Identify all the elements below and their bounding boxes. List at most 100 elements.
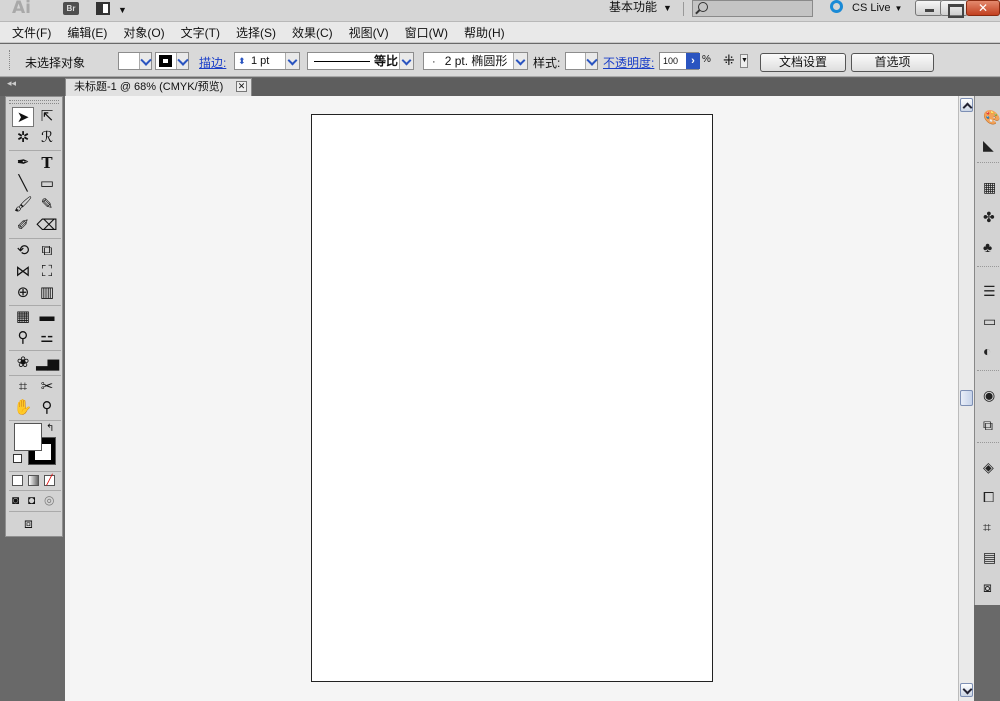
- panel-grip[interactable]: [9, 100, 59, 104]
- none-mode-icon[interactable]: ╱: [44, 475, 55, 486]
- brushes-icon[interactable]: ✤: [983, 208, 1000, 226]
- document-tab[interactable]: 未标题-1 @ 68% (CMYK/预览) ✕: [65, 78, 252, 96]
- menu-view[interactable]: 视图(V): [349, 24, 389, 41]
- align-dropdown[interactable]: ⁜ ▼: [723, 52, 749, 70]
- hand-tool-icon[interactable]: ✋: [12, 398, 34, 418]
- maximize-button[interactable]: [940, 0, 968, 18]
- vertical-scrollbar[interactable]: [958, 96, 974, 701]
- direct-selection-tool-icon[interactable]: ⇱: [36, 107, 58, 127]
- transparency-icon[interactable]: ◐: [983, 342, 1000, 360]
- perspective-grid-tool-icon[interactable]: ▥: [36, 283, 58, 303]
- menu-object[interactable]: 对象(O): [123, 24, 164, 41]
- type-tool-icon[interactable]: T: [36, 153, 58, 173]
- color-panel-icon[interactable]: 🎨: [983, 108, 1000, 126]
- stroke-panel-link[interactable]: 描边:: [199, 54, 226, 71]
- scroll-up-icon[interactable]: [960, 98, 973, 112]
- shape-builder-tool-icon[interactable]: ⊕: [12, 283, 34, 303]
- scroll-down-icon[interactable]: [960, 683, 973, 697]
- fill-color-swatch[interactable]: [14, 423, 42, 451]
- chevron-down-icon: [513, 53, 527, 69]
- stroke-weight-field[interactable]: ⬍ 1 pt: [234, 52, 300, 70]
- brush-definition-dropdown[interactable]: · 2 pt. 椭圆形: [423, 52, 528, 70]
- eyedropper-tool-icon[interactable]: ⚲: [12, 328, 34, 348]
- blob-brush-tool-icon[interactable]: ✐: [12, 216, 34, 236]
- menu-edit[interactable]: 编辑(E): [67, 24, 107, 41]
- layers-icon[interactable]: ◈: [983, 458, 1000, 476]
- gradient-mode-icon[interactable]: [28, 475, 39, 486]
- preferences-button[interactable]: 首选项: [851, 53, 934, 72]
- menu-type[interactable]: 文字(T): [181, 24, 220, 41]
- line-segment-tool-icon[interactable]: ╲: [12, 174, 34, 194]
- column-graph-tool-icon[interactable]: ▂▅: [36, 353, 59, 373]
- rectangle-tool-icon[interactable]: ▭: [36, 174, 58, 194]
- free-transform-tool-icon[interactable]: ⛶: [36, 262, 58, 282]
- variable-width-profile-dropdown[interactable]: 等比: [307, 52, 414, 70]
- artboard[interactable]: [311, 114, 713, 682]
- screen-mode-icon[interactable]: ⧈: [24, 515, 46, 531]
- appearance-icon[interactable]: ◉: [983, 386, 1000, 404]
- align-panel-icon[interactable]: ▤: [983, 548, 1000, 566]
- close-button[interactable]: [966, 0, 1000, 16]
- profile-label: 等比: [374, 54, 399, 68]
- menu-file[interactable]: 文件(F): [12, 24, 51, 41]
- slice-tool-icon[interactable]: ✂: [36, 377, 58, 397]
- swatches-icon[interactable]: ▦: [983, 178, 1000, 196]
- chevron-down-icon: [285, 53, 299, 69]
- cs-live-button[interactable]: CS Live ▼: [830, 0, 902, 16]
- transform-icon[interactable]: ⌗: [983, 518, 1000, 536]
- menu-effect[interactable]: 效果(C): [292, 24, 333, 41]
- gradient-tool-icon[interactable]: ▬: [36, 307, 58, 327]
- pathfinder-icon[interactable]: ⧇: [983, 578, 1000, 596]
- arrange-documents-button[interactable]: ▼: [96, 2, 127, 16]
- divider: [977, 442, 1000, 445]
- panel-grip[interactable]: [9, 50, 11, 70]
- scrollbar-thumb[interactable]: [960, 390, 973, 406]
- brush-label: 2 pt. 椭圆形: [444, 54, 508, 68]
- close-tab-icon[interactable]: ✕: [236, 81, 247, 92]
- document-setup-button[interactable]: 文档设置: [760, 53, 846, 72]
- lasso-tool-icon[interactable]: ℛ: [36, 128, 58, 148]
- pen-tool-icon[interactable]: ✒: [12, 153, 34, 173]
- selection-tool-icon[interactable]: ➤: [12, 107, 34, 127]
- workspace-switcher[interactable]: 基本功能 ▼: [609, 0, 672, 16]
- symbols-icon[interactable]: ♣: [983, 238, 1000, 256]
- gradient-panel-icon[interactable]: ▭: [983, 312, 1000, 330]
- stroke-color-dropdown[interactable]: [155, 52, 189, 70]
- graphic-styles-icon[interactable]: ⧉: [983, 416, 1000, 434]
- scale-tool-icon[interactable]: ⧉: [36, 241, 58, 261]
- chevron-right-icon[interactable]: ›: [686, 53, 700, 69]
- artboards-icon[interactable]: ⧠: [983, 488, 1000, 506]
- draw-inside-icon[interactable]: ◎: [44, 493, 54, 507]
- menu-help[interactable]: 帮助(H): [464, 24, 505, 41]
- stroke-panel-icon[interactable]: ☰: [983, 282, 1000, 300]
- mesh-tool-icon[interactable]: ▦: [12, 307, 34, 327]
- zoom-tool-icon[interactable]: ⚲: [36, 398, 58, 418]
- rotate-tool-icon[interactable]: ⟲: [12, 241, 34, 261]
- divider: [9, 420, 61, 421]
- bridge-button[interactable]: Br: [63, 2, 79, 15]
- draw-normal-icon[interactable]: ◙: [12, 493, 19, 507]
- paintbrush-tool-icon[interactable]: 🖌: [12, 195, 34, 215]
- pencil-tool-icon[interactable]: ✎: [36, 195, 58, 215]
- stepper-icon[interactable]: ⬍: [238, 53, 246, 69]
- symbol-sprayer-tool-icon[interactable]: ❀: [12, 353, 34, 373]
- default-fill-stroke-icon[interactable]: [13, 454, 22, 463]
- swap-fill-stroke-icon[interactable]: ↰: [46, 423, 54, 434]
- blend-tool-icon[interactable]: ⚍: [36, 328, 58, 348]
- color-mode-icon[interactable]: [12, 475, 23, 486]
- draw-behind-icon[interactable]: ◘: [28, 493, 35, 507]
- artboard-tool-icon[interactable]: ⌗: [12, 377, 34, 397]
- collapse-icon[interactable]: ◂◂: [7, 78, 16, 89]
- color-guide-icon[interactable]: ◣: [983, 136, 1000, 154]
- style-label: 样式:: [533, 56, 561, 70]
- magic-wand-tool-icon[interactable]: ✲: [12, 128, 34, 148]
- fill-color-dropdown[interactable]: [118, 52, 152, 70]
- menu-select[interactable]: 选择(S): [236, 24, 276, 41]
- menu-window[interactable]: 窗口(W): [405, 24, 448, 41]
- help-search-input[interactable]: [692, 0, 813, 17]
- opacity-panel-link[interactable]: 不透明度:: [603, 54, 654, 71]
- eraser-tool-icon[interactable]: ⌫: [36, 216, 58, 236]
- width-tool-icon[interactable]: ⋈: [12, 262, 34, 282]
- minimize-button[interactable]: [915, 0, 943, 16]
- graphic-style-dropdown[interactable]: [565, 52, 598, 70]
